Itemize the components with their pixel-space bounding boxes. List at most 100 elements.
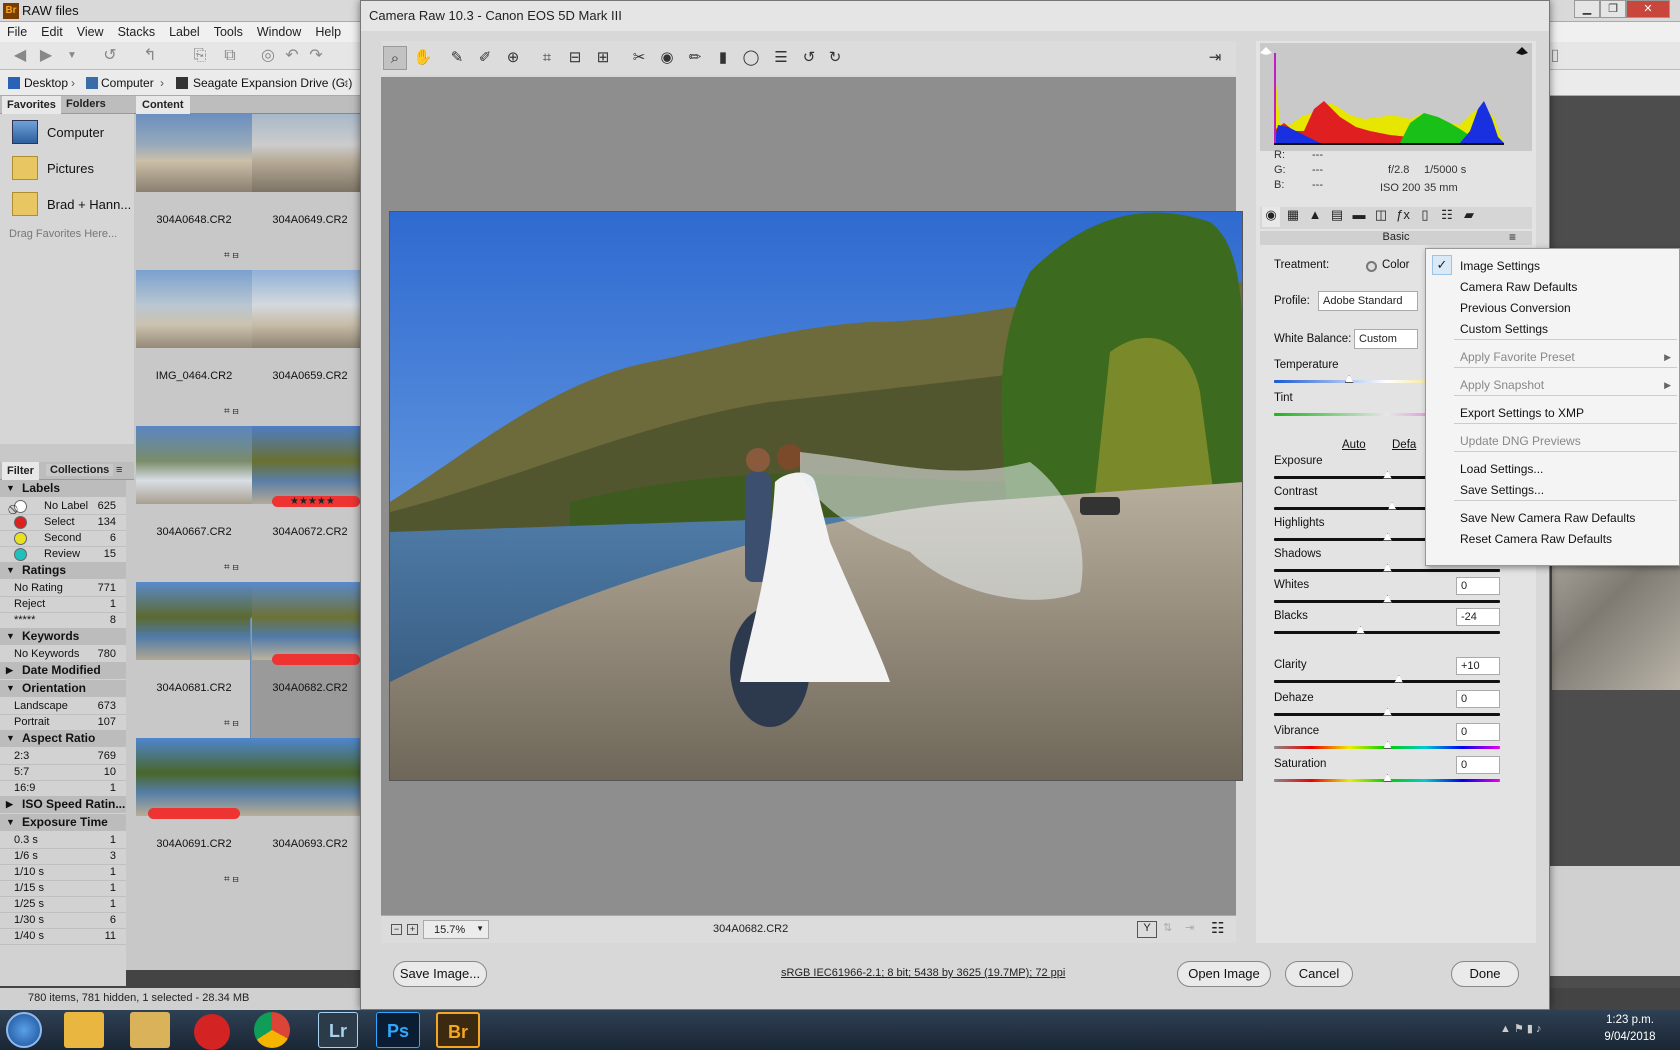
crop-tool-icon[interactable]: ⌗ <box>535 46 559 70</box>
red-eye-tool-icon[interactable]: ◉ <box>655 46 679 70</box>
graduated-filter-icon[interactable]: ▮ <box>711 46 735 70</box>
breadcrumb-computer[interactable]: Computer <box>101 76 154 90</box>
filter-row[interactable]: 1/6 s 3 <box>0 848 126 865</box>
zoom-out-icon[interactable]: − <box>391 924 402 935</box>
color-sampler-tool-icon[interactable]: ✐ <box>473 46 497 70</box>
filter-row[interactable]: Portrait 107 <box>0 714 126 731</box>
copy-settings-icon[interactable]: ⇥ <box>1185 921 1201 938</box>
menu-item[interactable]: Load Settings... <box>1460 462 1543 476</box>
start-button[interactable] <box>6 1012 42 1048</box>
maximize-button[interactable]: ❐ <box>1600 0 1626 18</box>
targeted-adjustment-tool-icon[interactable]: ⊕ <box>501 46 525 70</box>
filter-row[interactable]: Select 134 <box>0 514 126 531</box>
refine-icon[interactable]: ⧉ <box>220 46 240 66</box>
menu-item[interactable]: Save Settings... <box>1460 483 1544 497</box>
filter-row[interactable]: No Keywords 780 <box>0 646 126 663</box>
workflow-options-link[interactable]: sRGB IEC61966-2.1; 8 bit; 5438 by 3625 (… <box>781 967 1065 979</box>
slider-thumb-vibrance[interactable] <box>1383 741 1392 749</box>
lightroom-icon[interactable]: Lr <box>318 1012 358 1048</box>
thumbnail-image[interactable] <box>136 270 252 348</box>
default-link[interactable]: Defa <box>1392 439 1416 451</box>
filter-section-header[interactable]: Date Modified <box>0 662 126 679</box>
breadcrumb-drive[interactable]: Seagate Expansion Drive (G:) <box>193 76 352 90</box>
return-icon[interactable]: ↰ <box>140 46 160 66</box>
save-image-button[interactable]: Save Image... <box>393 961 487 987</box>
zoom-tool-icon[interactable]: ⌕ <box>383 46 407 70</box>
favorite-computer[interactable]: Computer <box>10 118 134 148</box>
menu-view[interactable]: View <box>70 22 111 42</box>
straighten-tool-icon[interactable]: ⊟ <box>563 46 587 70</box>
slider-value-clarity[interactable]: +10 <box>1456 657 1500 675</box>
slider-value-whites[interactable]: 0 <box>1456 577 1500 595</box>
filter-row[interactable]: ***** 8 <box>0 612 126 629</box>
slider-thumb-highlights[interactable] <box>1383 533 1392 541</box>
menu-item[interactable]: Save New Camera Raw Defaults <box>1460 511 1635 525</box>
favorite-pictures[interactable]: Pictures <box>10 154 134 184</box>
breadcrumb-desktop[interactable]: Desktop <box>24 76 68 90</box>
slider-thumb-blacks[interactable] <box>1355 626 1365 634</box>
slider-thumb-contrast[interactable] <box>1387 502 1397 510</box>
filter-row[interactable]: 0.3 s 1 <box>0 832 126 849</box>
filter-row[interactable]: 16:9 1 <box>0 780 126 797</box>
chrome-icon[interactable] <box>254 1012 290 1048</box>
filter-section-header[interactable]: Orientation <box>0 680 126 697</box>
tray-icons[interactable]: ▲ ⚑ ▮ ♪ <box>1500 1022 1541 1035</box>
menu-item[interactable]: Custom Settings <box>1460 322 1548 336</box>
menu-item[interactable]: Export Settings to XMP <box>1460 406 1584 420</box>
filter-section-header[interactable]: ISO Speed Ratin... <box>0 796 126 813</box>
filter-row[interactable]: No Rating 771 <box>0 580 126 597</box>
tab-folders[interactable]: Folders <box>66 98 106 110</box>
back-icon[interactable]: ◀ <box>10 46 30 66</box>
panel-menu-icon[interactable]: ≡ <box>116 464 122 476</box>
slider-thumb-exposure[interactable] <box>1383 471 1392 479</box>
file-explorer-icon[interactable] <box>130 1012 170 1048</box>
preferences-icon[interactable]: ☰ <box>769 46 793 70</box>
swap-icon[interactable]: ⇅ <box>1163 921 1179 938</box>
filter-row[interactable]: 5:7 10 <box>0 764 126 781</box>
recent-folder-icon[interactable]: ↺ <box>100 46 120 66</box>
menu-stacks[interactable]: Stacks <box>111 22 163 42</box>
slider-value-vibrance[interactable]: 0 <box>1456 723 1500 741</box>
menu-edit[interactable]: Edit <box>34 22 70 42</box>
slider-thumb-clarity[interactable] <box>1394 675 1404 683</box>
hsl-tab-icon[interactable]: ▤ <box>1328 207 1346 227</box>
filter-row[interactable]: Second 6 <box>0 530 126 547</box>
filter-row[interactable]: 1/10 s 1 <box>0 864 126 881</box>
thumbnail-image[interactable] <box>136 426 252 504</box>
preview-photo[interactable] <box>389 211 1243 781</box>
menu-item[interactable]: Reset Camera Raw Defaults <box>1460 532 1612 546</box>
menu-help[interactable]: Help <box>308 22 348 42</box>
presets-tab-icon[interactable]: ☷ <box>1438 207 1456 227</box>
slider-thumb-dehaze[interactable] <box>1383 708 1392 716</box>
lens-tab-icon[interactable]: ◫ <box>1372 207 1390 227</box>
slider-track-blacks[interactable] <box>1274 631 1500 634</box>
transform-tool-icon[interactable]: ⊞ <box>591 46 615 70</box>
rotate-left-icon[interactable]: ↺ <box>797 46 821 70</box>
preview-settings-icon[interactable]: ☷ <box>1211 919 1224 937</box>
white-balance-select[interactable]: Custom <box>1354 329 1418 349</box>
thumbnail-image[interactable] <box>136 582 252 660</box>
cancel-button[interactable]: Cancel <box>1285 961 1353 987</box>
slider-thumb-shadows[interactable] <box>1383 564 1392 572</box>
clock-time[interactable]: 1:23 p.m. <box>1600 1014 1660 1026</box>
filter-row[interactable]: Landscape 673 <box>0 698 126 715</box>
slider-thumb-temperature[interactable] <box>1344 375 1354 383</box>
filter-row[interactable]: 1/30 s 6 <box>0 912 126 929</box>
slider-thumb-whites[interactable] <box>1383 595 1392 603</box>
filter-section-header[interactable]: Labels <box>0 480 126 497</box>
slider-thumb-saturation[interactable] <box>1383 774 1392 782</box>
basic-tab-icon[interactable]: ◉ <box>1262 207 1280 227</box>
effects-tab-icon[interactable]: ƒx <box>1394 207 1412 227</box>
thumbnail-image[interactable] <box>252 738 368 816</box>
forward-icon[interactable]: ▶ <box>36 46 56 66</box>
thumbnail-image[interactable] <box>252 270 368 348</box>
filter-row[interactable]: Review 15 <box>0 546 126 563</box>
hand-tool-icon[interactable]: ✋ <box>411 46 435 70</box>
clock-date[interactable]: 9/04/2018 <box>1600 1031 1660 1043</box>
tone-curve-tab-icon[interactable]: ▦ <box>1284 207 1302 227</box>
rotate-right-icon[interactable]: ↻ <box>823 46 847 70</box>
slider-track-clarity[interactable] <box>1274 680 1500 683</box>
thumbnail-image[interactable] <box>252 582 368 660</box>
spot-removal-tool-icon[interactable]: ✂ <box>627 46 651 70</box>
zoom-select[interactable]: 15.7% ▼ <box>423 920 489 939</box>
